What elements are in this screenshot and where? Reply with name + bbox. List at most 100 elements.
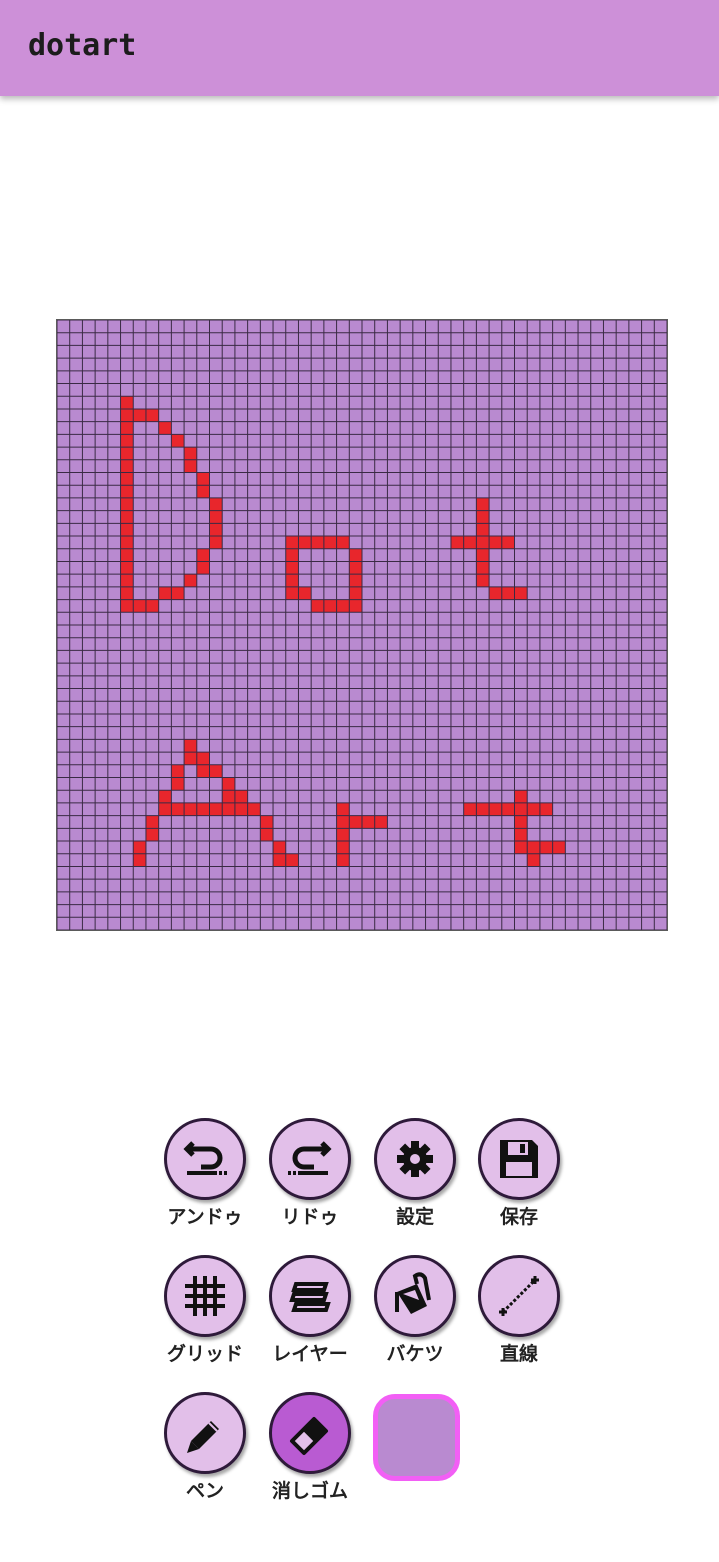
painted-pixel[interactable] bbox=[120, 536, 134, 549]
painted-pixel[interactable] bbox=[463, 536, 477, 549]
painted-pixel[interactable] bbox=[489, 586, 502, 600]
painted-pixel[interactable] bbox=[222, 790, 235, 803]
painted-pixel[interactable] bbox=[514, 802, 528, 816]
painted-pixel[interactable] bbox=[349, 561, 362, 575]
painted-pixel[interactable] bbox=[209, 523, 223, 537]
pixel-grid[interactable] bbox=[57, 320, 667, 930]
save-button[interactable] bbox=[478, 1118, 560, 1200]
painted-pixel[interactable] bbox=[349, 548, 362, 562]
painted-pixel[interactable] bbox=[336, 853, 350, 867]
painted-pixel[interactable] bbox=[184, 739, 197, 753]
pen-tool[interactable]: ペン bbox=[153, 1392, 257, 1503]
painted-pixel[interactable] bbox=[463, 802, 477, 816]
painted-pixel[interactable] bbox=[476, 561, 490, 575]
painted-pixel[interactable] bbox=[184, 459, 197, 473]
painted-pixel[interactable] bbox=[514, 790, 528, 803]
painted-pixel[interactable] bbox=[196, 752, 210, 765]
bucket-tool[interactable]: バケツ bbox=[363, 1255, 467, 1366]
painted-pixel[interactable] bbox=[222, 777, 235, 791]
painted-pixel[interactable] bbox=[133, 853, 146, 867]
painted-pixel[interactable] bbox=[133, 408, 146, 422]
painted-pixel[interactable] bbox=[285, 548, 299, 562]
painted-pixel[interactable] bbox=[374, 815, 388, 829]
painted-pixel[interactable] bbox=[527, 841, 540, 854]
painted-pixel[interactable] bbox=[158, 421, 172, 435]
grid-button[interactable] bbox=[164, 1255, 246, 1337]
painted-pixel[interactable] bbox=[260, 815, 274, 829]
painted-pixel[interactable] bbox=[260, 828, 274, 842]
painted-pixel[interactable] bbox=[247, 802, 261, 816]
painted-pixel[interactable] bbox=[120, 408, 134, 422]
painted-pixel[interactable] bbox=[209, 510, 223, 524]
eraser-tool[interactable]: 消しゴム bbox=[258, 1392, 362, 1503]
painted-pixel[interactable] bbox=[285, 574, 299, 587]
painted-pixel[interactable] bbox=[285, 586, 299, 600]
painted-pixel[interactable] bbox=[145, 599, 159, 613]
painted-pixel[interactable] bbox=[349, 599, 362, 613]
painted-pixel[interactable] bbox=[120, 548, 134, 562]
painted-pixel[interactable] bbox=[514, 828, 528, 842]
painted-pixel[interactable] bbox=[476, 574, 490, 587]
painted-pixel[interactable] bbox=[298, 586, 312, 600]
painted-pixel[interactable] bbox=[539, 802, 553, 816]
painted-pixel[interactable] bbox=[120, 459, 134, 473]
undo-tool[interactable]: アンドゥ bbox=[153, 1118, 257, 1229]
painted-pixel[interactable] bbox=[285, 561, 299, 575]
painted-pixel[interactable] bbox=[527, 853, 540, 867]
pen-button[interactable] bbox=[164, 1392, 246, 1474]
save-tool[interactable]: 保存 bbox=[467, 1118, 571, 1229]
painted-pixel[interactable] bbox=[336, 841, 350, 854]
painted-pixel[interactable] bbox=[501, 586, 515, 600]
painted-pixel[interactable] bbox=[476, 536, 490, 549]
painted-pixel[interactable] bbox=[171, 434, 185, 448]
painted-pixel[interactable] bbox=[298, 536, 312, 549]
layer-button[interactable] bbox=[269, 1255, 351, 1337]
painted-pixel[interactable] bbox=[234, 790, 248, 803]
settings-tool[interactable]: 設定 bbox=[363, 1118, 467, 1229]
settings-button[interactable] bbox=[374, 1118, 456, 1200]
painted-pixel[interactable] bbox=[476, 497, 490, 511]
painted-pixel[interactable] bbox=[184, 574, 197, 587]
undo-button[interactable] bbox=[164, 1118, 246, 1200]
painted-pixel[interactable] bbox=[273, 841, 286, 854]
bucket-button[interactable] bbox=[374, 1255, 456, 1337]
painted-pixel[interactable] bbox=[158, 586, 172, 600]
painted-pixel[interactable] bbox=[145, 408, 159, 422]
painted-pixel[interactable] bbox=[349, 815, 362, 829]
painted-pixel[interactable] bbox=[476, 548, 490, 562]
painted-pixel[interactable] bbox=[171, 586, 185, 600]
painted-pixel[interactable] bbox=[539, 841, 553, 854]
painted-pixel[interactable] bbox=[336, 536, 350, 549]
line-button[interactable] bbox=[478, 1255, 560, 1337]
eraser-button[interactable] bbox=[269, 1392, 351, 1474]
painted-pixel[interactable] bbox=[349, 586, 362, 600]
painted-pixel[interactable] bbox=[120, 396, 134, 409]
painted-pixel[interactable] bbox=[476, 510, 490, 524]
painted-pixel[interactable] bbox=[234, 802, 248, 816]
painted-pixel[interactable] bbox=[196, 485, 210, 498]
painted-pixel[interactable] bbox=[120, 472, 134, 486]
painted-pixel[interactable] bbox=[209, 802, 223, 816]
painted-pixel[interactable] bbox=[336, 599, 350, 613]
painted-pixel[interactable] bbox=[209, 764, 223, 778]
painted-pixel[interactable] bbox=[501, 802, 515, 816]
color-swatch[interactable] bbox=[373, 1394, 460, 1481]
painted-pixel[interactable] bbox=[285, 536, 299, 549]
painted-pixel[interactable] bbox=[222, 802, 235, 816]
painted-pixel[interactable] bbox=[133, 599, 146, 613]
painted-pixel[interactable] bbox=[196, 561, 210, 575]
painted-pixel[interactable] bbox=[133, 841, 146, 854]
painted-pixel[interactable] bbox=[145, 828, 159, 842]
painted-pixel[interactable] bbox=[196, 472, 210, 486]
redo-button[interactable] bbox=[269, 1118, 351, 1200]
painted-pixel[interactable] bbox=[336, 802, 350, 816]
painted-pixel[interactable] bbox=[171, 764, 185, 778]
painted-pixel[interactable] bbox=[311, 536, 324, 549]
painted-pixel[interactable] bbox=[336, 815, 350, 829]
painted-pixel[interactable] bbox=[145, 815, 159, 829]
painted-pixel[interactable] bbox=[501, 536, 515, 549]
painted-pixel[interactable] bbox=[489, 802, 502, 816]
painted-pixel[interactable] bbox=[285, 853, 299, 867]
painted-pixel[interactable] bbox=[336, 828, 350, 842]
painted-pixel[interactable] bbox=[120, 523, 134, 537]
